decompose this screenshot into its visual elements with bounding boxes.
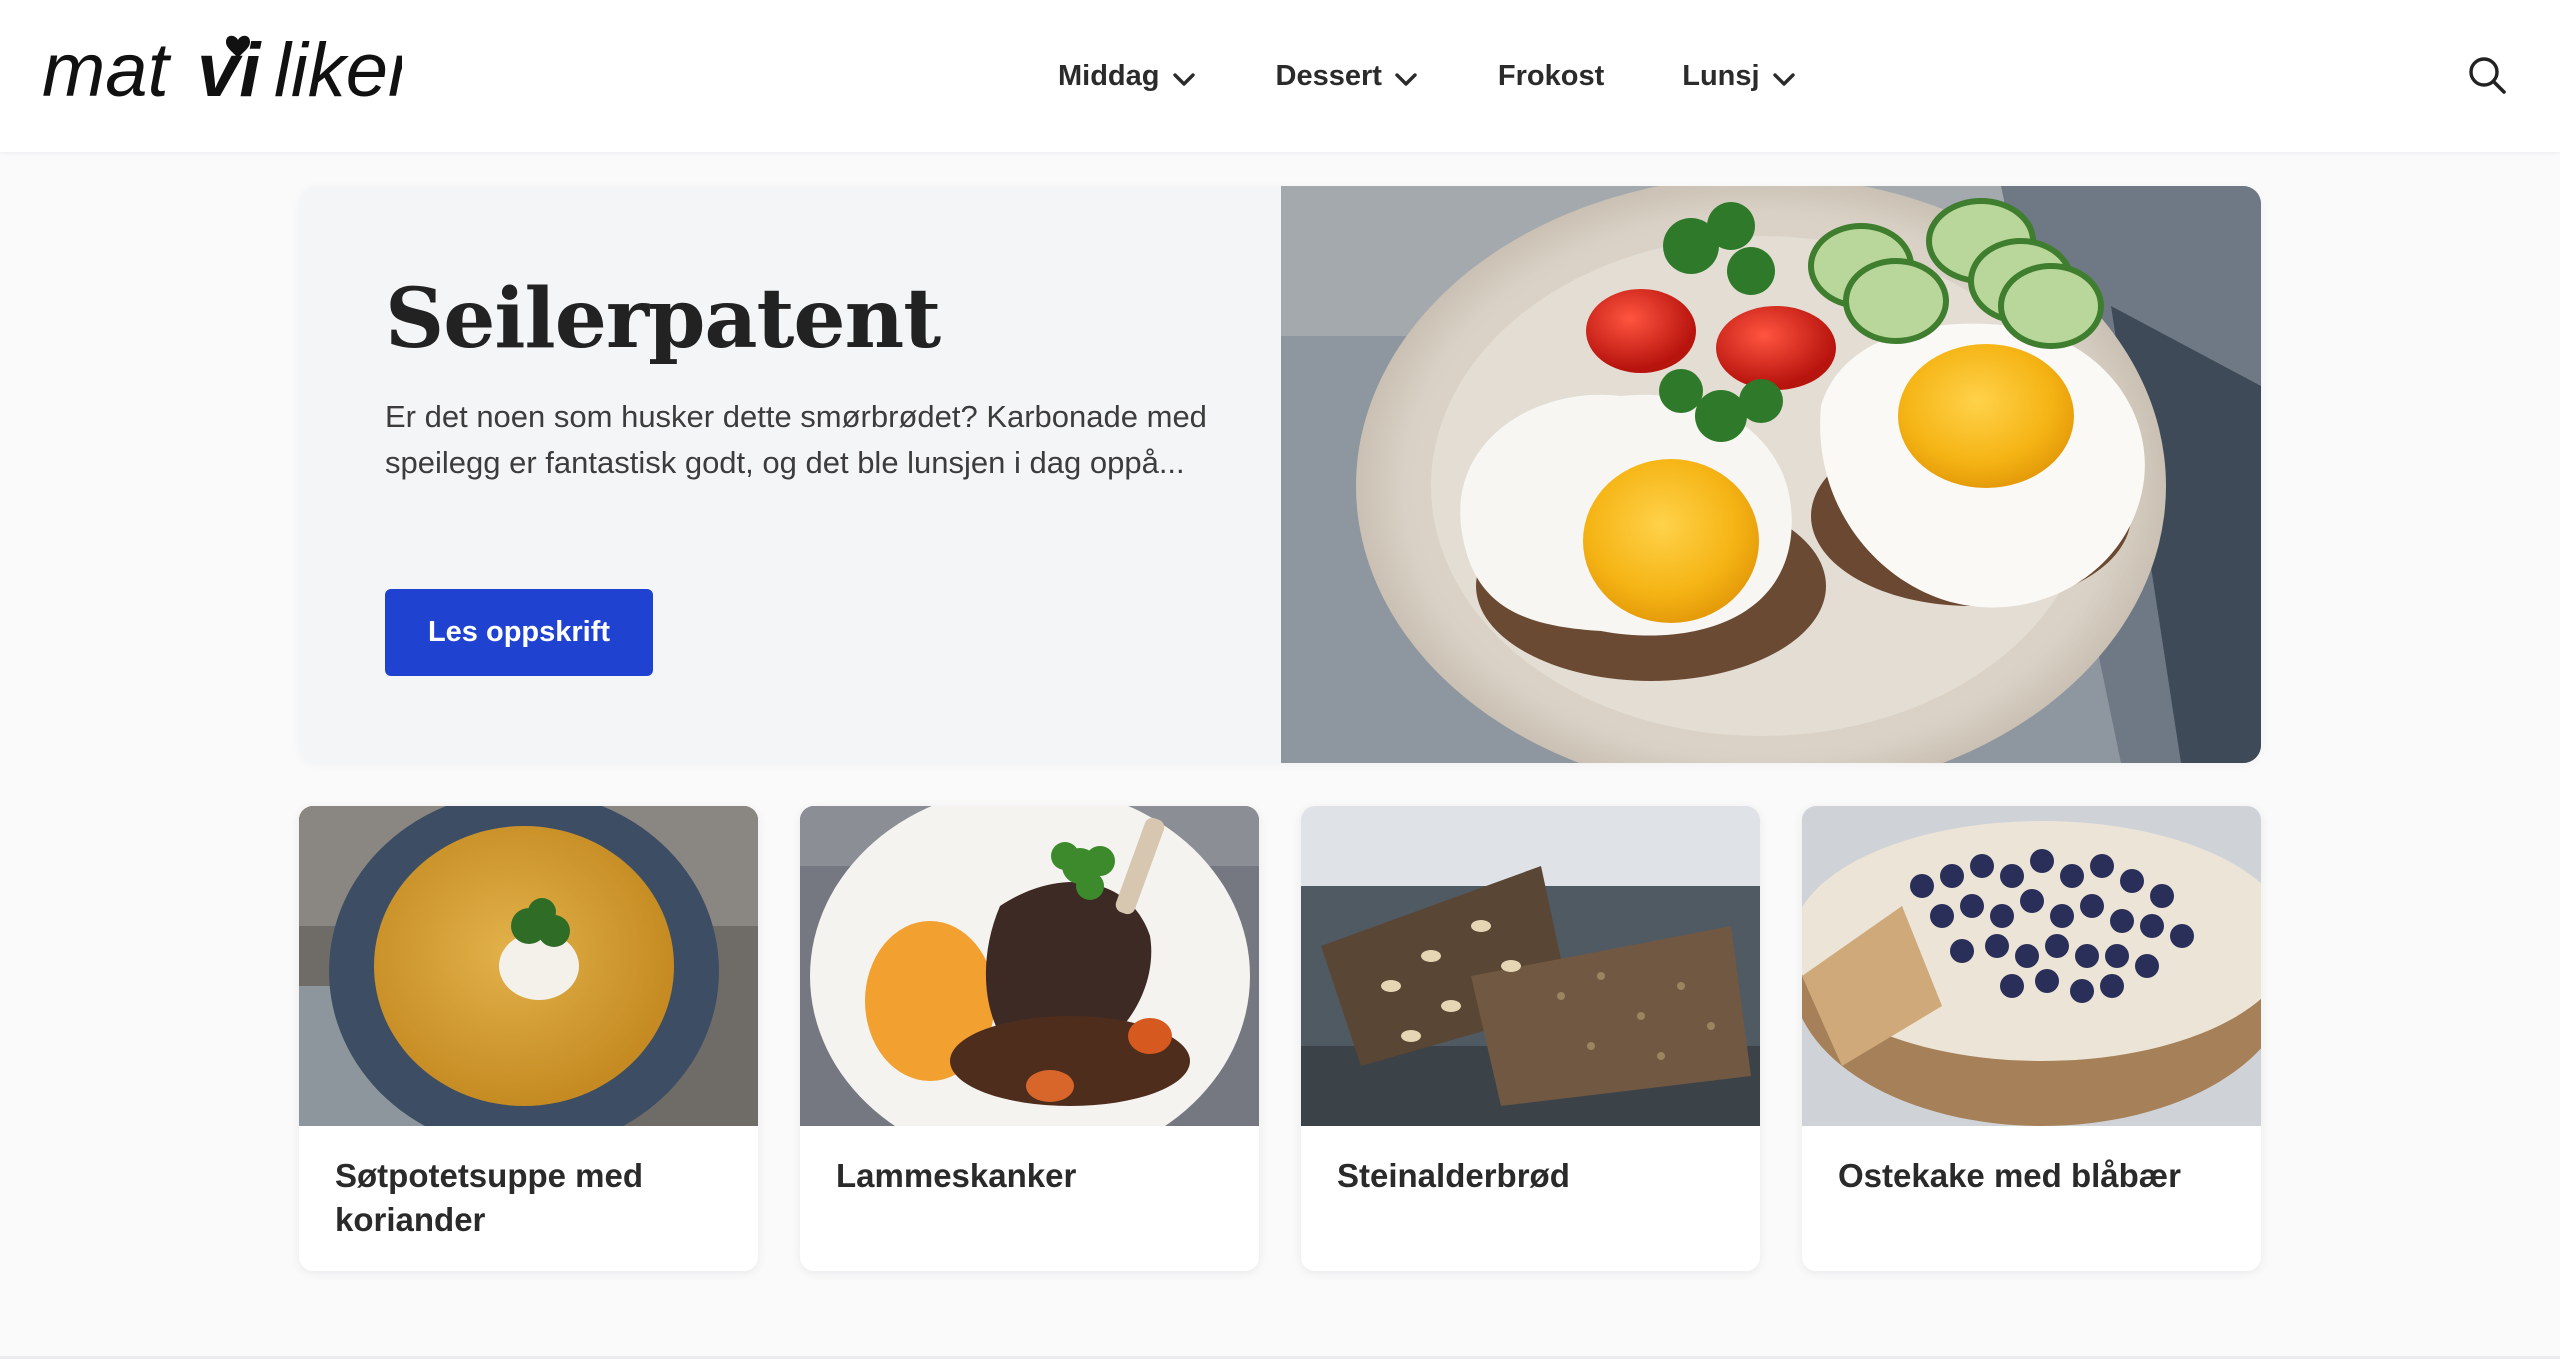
featured-recipe: Seilerpatent Er det noen som husker dett… <box>299 186 2261 763</box>
recipe-card-title[interactable]: Steinalderbrød <box>1337 1154 1737 1198</box>
site-logo[interactable]: mat vi liker <box>42 20 402 130</box>
recipe-card-image[interactable] <box>299 806 758 1126</box>
recipe-card-image[interactable] <box>1301 806 1760 1126</box>
recipe-card-list: Søtpotetsuppe med koriander Lammeskanker… <box>299 806 2261 1271</box>
recipe-card[interactable]: Søtpotetsuppe med koriander <box>299 806 758 1271</box>
recipe-card-title[interactable]: Søtpotetsuppe med koriander <box>335 1154 735 1242</box>
chevron-down-icon <box>1172 73 1195 86</box>
recipe-card-image[interactable] <box>800 806 1259 1126</box>
featured-recipe-description: Er det noen som husker dette smørbrødet?… <box>385 399 1207 480</box>
nav-item-label: Frokost <box>1497 59 1605 92</box>
nav-item-lunsj[interactable]: Lunsj <box>1682 60 1797 93</box>
nav-item-dessert[interactable]: Dessert <box>1276 60 1420 93</box>
site-header: mat vi liker Middag Dessert Frokost Luns… <box>0 0 2560 152</box>
search-button[interactable] <box>2466 54 2508 96</box>
nav-item-middag[interactable]: Middag <box>1058 60 1198 93</box>
nav-item-frokost[interactable]: Frokost <box>1498 60 1604 93</box>
logo-word-mat: mat <box>42 28 172 113</box>
chevron-down-icon <box>1395 73 1417 86</box>
read-recipe-button[interactable]: Les oppskrift <box>385 589 653 676</box>
nav-item-label: Middag <box>1058 59 1160 92</box>
recipe-card[interactable]: Ostekake med blåbær <box>1802 806 2261 1271</box>
nav-item-label: Lunsj <box>1682 59 1760 92</box>
chevron-down-icon <box>1772 73 1795 86</box>
recipe-card[interactable]: Lammeskanker <box>800 806 1259 1271</box>
nav-item-label: Dessert <box>1275 59 1382 92</box>
featured-recipe-title[interactable]: Seilerpatent <box>385 274 941 364</box>
featured-recipe-image[interactable] <box>1281 186 2261 763</box>
recipe-card-title[interactable]: Ostekake med blåbær <box>1838 1154 2238 1198</box>
search-icon <box>2469 57 2506 94</box>
recipe-card-image[interactable] <box>1802 806 2261 1126</box>
featured-recipe-text: Seilerpatent Er det noen som husker dett… <box>299 186 1281 763</box>
recipe-card-title[interactable]: Lammeskanker <box>836 1154 1236 1198</box>
recipe-card[interactable]: Steinalderbrød <box>1301 806 1760 1271</box>
main-nav: Middag Dessert Frokost Lunsj <box>1058 52 1798 100</box>
logo-word-liker: liker <box>274 28 402 113</box>
